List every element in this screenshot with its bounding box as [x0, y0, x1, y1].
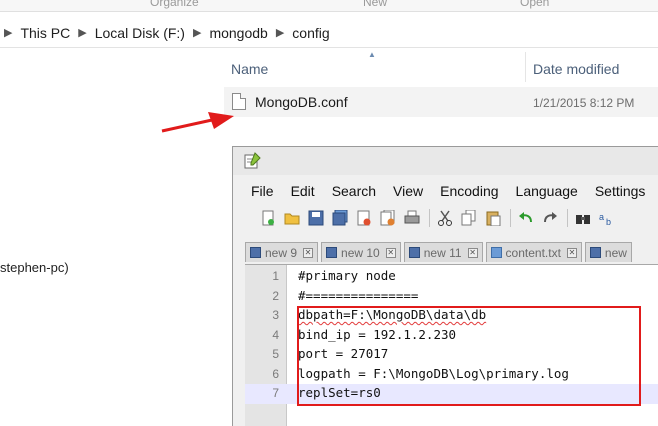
close-file-icon[interactable] [355, 209, 373, 227]
tab-label: new [604, 245, 627, 260]
red-highlight-box [297, 306, 641, 406]
tab-new-9[interactable]: new 9 ✕ [245, 242, 319, 262]
file-row[interactable]: MongoDB.conf 1/21/2015 8:12 PM [224, 87, 658, 117]
save-state-icon [408, 247, 420, 258]
menu-edit[interactable]: Edit [291, 183, 315, 199]
sort-ascending-icon: ▲ [368, 50, 376, 59]
breadcrumb-config[interactable]: config [292, 25, 329, 41]
open-folder-icon[interactable] [283, 209, 301, 227]
menu-file[interactable]: File [251, 183, 274, 199]
menu-view[interactable]: View [393, 183, 423, 199]
menu-settings[interactable]: Settings [595, 183, 646, 199]
file-date-modified: 1/21/2015 8:12 PM [533, 96, 635, 110]
file-icon [232, 93, 246, 110]
tab-label: new 9 [265, 245, 298, 260]
toolbar-separator [429, 209, 430, 227]
toolbar: ab [233, 205, 658, 231]
line-number: 1 [272, 269, 279, 283]
navigation-pane: stephen-pc) [0, 48, 218, 426]
line-text: #=============== [298, 287, 419, 303]
svg-text:b: b [606, 217, 611, 226]
line-text: #primary node [298, 268, 396, 283]
breadcrumb: This PC ▶ Local Disk (F:) ▶ mongodb ▶ co… [20, 25, 329, 41]
notepadpp-logo-icon [244, 152, 261, 169]
column-header-name[interactable]: Name [231, 61, 268, 77]
document-tabs: new 9 ✕ new 10 ✕ new 11 ✕ content.txt ✕ … [233, 238, 658, 262]
chevron-right-icon[interactable]: ▶ [193, 26, 201, 39]
copy-icon[interactable] [460, 209, 478, 227]
ribbon-open[interactable]: Open [520, 0, 549, 9]
new-file-icon[interactable] [259, 209, 277, 227]
file-name: MongoDB.conf [255, 94, 348, 110]
tab-new-11[interactable]: new 11 ✕ [403, 242, 483, 262]
close-all-icon[interactable] [379, 209, 397, 227]
line-number: 4 [272, 327, 279, 342]
tab-label: new 10 [341, 245, 380, 260]
menu-language[interactable]: Language [516, 183, 578, 199]
code-line[interactable]: 1 #primary node [245, 267, 658, 287]
find-icon[interactable] [574, 209, 592, 227]
line-number: 3 [272, 308, 279, 322]
line-number: 2 [272, 288, 279, 303]
tab-new[interactable]: new [584, 242, 632, 262]
close-tab-icon[interactable]: ✕ [467, 247, 478, 258]
save-state-icon [490, 247, 502, 258]
save-state-icon [326, 247, 338, 258]
toolbar-separator [567, 209, 568, 227]
breadcrumb-mongodb[interactable]: mongodb [209, 25, 267, 41]
toolbar-separator [510, 209, 511, 227]
tab-content-txt[interactable]: content.txt ✕ [485, 242, 582, 262]
code-line[interactable]: 2 #=============== [245, 287, 658, 307]
ribbon-organize[interactable]: Organize [150, 0, 199, 9]
line-number: 7 [272, 386, 279, 400]
save-icon[interactable] [307, 209, 325, 227]
column-header-date-modified[interactable]: Date modified [533, 61, 619, 77]
save-state-icon [250, 247, 261, 258]
tab-new-10[interactable]: new 10 ✕ [321, 242, 401, 262]
print-icon[interactable] [403, 209, 421, 227]
close-tab-icon[interactable]: ✕ [566, 247, 577, 258]
column-divider[interactable] [525, 52, 526, 82]
close-tab-icon[interactable]: ✕ [303, 247, 314, 258]
line-number: 5 [272, 347, 279, 361]
tab-label: new 11 [423, 245, 462, 260]
ribbon-strip: Organize New Open [0, 0, 658, 12]
menu-search[interactable]: Search [332, 183, 376, 199]
close-tab-icon[interactable]: ✕ [385, 247, 396, 258]
tab-label: content.txt [505, 245, 561, 260]
nav-item-network-computer[interactable]: stephen-pc) [0, 260, 69, 275]
menu-encoding[interactable]: Encoding [440, 183, 498, 199]
save-state-icon [589, 247, 601, 258]
menu-bar: File Edit Search View Encoding Language … [233, 180, 658, 202]
chevron-right-icon[interactable]: ▶ [276, 26, 284, 39]
save-all-icon[interactable] [331, 209, 349, 227]
breadcrumb-this-pc[interactable]: This PC [20, 25, 70, 41]
replace-icon[interactable]: ab [598, 209, 616, 227]
red-arrow-annotation [161, 112, 234, 133]
chevron-right-icon[interactable]: ▶ [78, 26, 86, 39]
undo-icon[interactable] [517, 209, 535, 227]
cut-icon[interactable] [436, 209, 454, 227]
breadcrumb-local-disk[interactable]: Local Disk (F:) [95, 25, 185, 41]
ribbon-new[interactable]: New [363, 0, 387, 9]
paste-icon[interactable] [484, 209, 502, 227]
chevron-right-icon[interactable]: ▶ [4, 26, 12, 39]
line-number: 6 [272, 366, 279, 381]
redo-icon[interactable] [541, 209, 559, 227]
svg-text:a: a [599, 212, 604, 222]
window-title-bar[interactable] [233, 147, 658, 175]
address-bar[interactable]: ▶ This PC ▶ Local Disk (F:) ▶ mongodb ▶ … [0, 18, 658, 48]
